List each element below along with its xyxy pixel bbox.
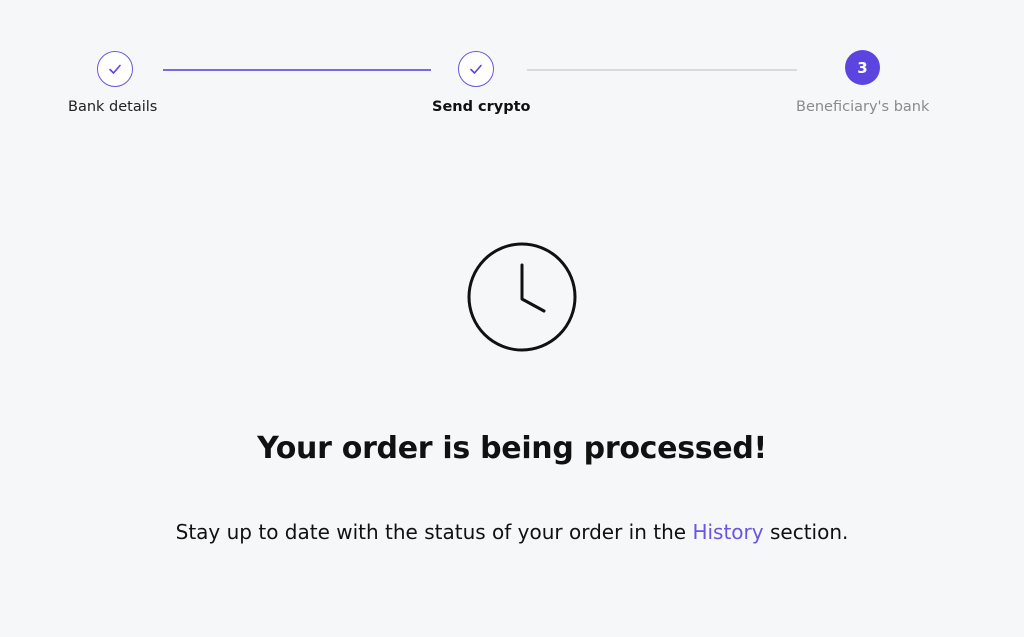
clock-icon — [467, 242, 577, 352]
step-2-label: Send crypto — [432, 99, 531, 115]
step-1-check-icon — [97, 51, 133, 87]
progress-stepper: Bank details Send crypto 3 Beneficiary's… — [0, 0, 1024, 130]
step-2-check-icon — [458, 51, 494, 87]
step-3-label: Beneficiary's bank — [796, 99, 930, 115]
step-connector-completed — [163, 69, 431, 71]
step-connector-pending — [527, 69, 797, 71]
status-message: Stay up to date with the status of your … — [0, 518, 1024, 546]
history-link[interactable]: History — [692, 520, 763, 544]
status-headline: Your order is being processed! — [257, 431, 767, 466]
status-message-prefix: Stay up to date with the status of your … — [175, 520, 693, 544]
step-1-label: Bank details — [68, 99, 158, 115]
step-3-number-badge: 3 — [845, 50, 880, 85]
status-message-suffix: section. — [763, 520, 849, 544]
